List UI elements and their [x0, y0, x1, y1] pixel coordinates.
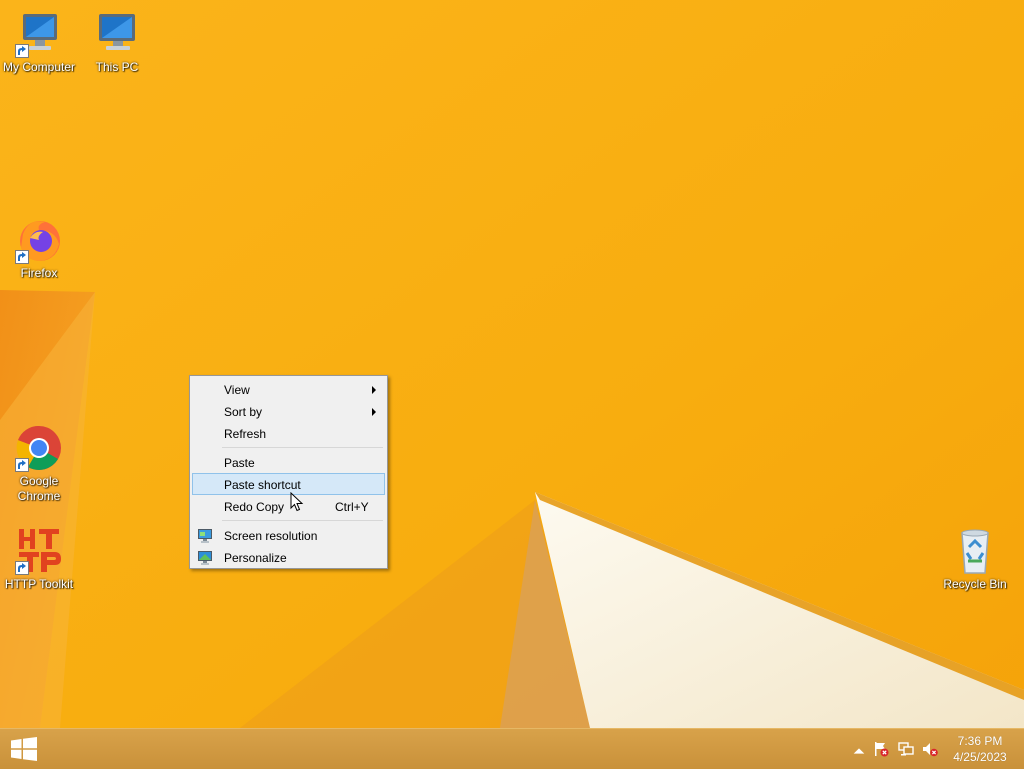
- shortcut-arrow-icon: [15, 250, 29, 264]
- action-center-flag-icon[interactable]: [873, 741, 889, 757]
- desktop-icon-label: Recycle Bin: [943, 577, 1007, 591]
- desktop-icon-http-toolkit[interactable]: HTTP Toolkit: [0, 527, 78, 592]
- chrome-icon: [15, 424, 63, 472]
- computer-icon: [93, 10, 141, 58]
- taskbar-clock[interactable]: 7:36 PM 4/25/2023: [950, 733, 1010, 765]
- taskbar: 7:36 PM 4/25/2023: [0, 728, 1024, 769]
- menu-item-refresh[interactable]: Refresh: [192, 422, 385, 444]
- volume-muted-icon[interactable]: [922, 741, 938, 757]
- menu-item-screen-resolution[interactable]: Screen resolution: [192, 524, 385, 546]
- desktop[interactable]: My Computer This PC Firefox Google Chrom…: [0, 0, 1024, 728]
- menu-item-redo-copy[interactable]: Redo Copy Ctrl+Y: [192, 495, 385, 517]
- menu-item-personalize[interactable]: Personalize: [192, 546, 385, 568]
- menu-item-paste[interactable]: Paste: [192, 451, 385, 473]
- show-hidden-icons-chevron-icon[interactable]: [851, 743, 867, 759]
- menu-separator: [222, 520, 383, 521]
- desktop-icon-label: Google Chrome: [17, 474, 61, 503]
- keyboard-shortcut: Ctrl+Y: [335, 500, 369, 514]
- mouse-cursor-icon: [290, 492, 304, 512]
- menu-item-label: View: [224, 383, 250, 397]
- shortcut-arrow-icon: [15, 458, 29, 472]
- menu-item-label: Paste: [224, 456, 255, 470]
- desktop-icon-label: Firefox: [20, 266, 58, 280]
- desktop-icon-google-chrome[interactable]: Google Chrome: [0, 424, 78, 504]
- desktop-icon-this-pc[interactable]: This PC: [78, 10, 156, 75]
- submenu-arrow-icon: [372, 386, 376, 394]
- submenu-arrow-icon: [372, 408, 376, 416]
- firefox-icon: [15, 216, 63, 264]
- menu-item-label: Paste shortcut: [224, 478, 301, 492]
- wallpaper: [0, 0, 1024, 728]
- network-icon[interactable]: [898, 741, 914, 757]
- start-button[interactable]: [0, 729, 48, 769]
- menu-item-paste-shortcut[interactable]: Paste shortcut: [192, 473, 385, 495]
- desktop-icon-my-computer[interactable]: My Computer: [0, 10, 78, 75]
- desktop-icon-label: HTTP Toolkit: [4, 577, 74, 591]
- monitor-icon: [198, 529, 212, 543]
- http-toolkit-icon: [15, 527, 63, 575]
- recycle-bin-icon: [951, 527, 999, 575]
- menu-item-label: Personalize: [224, 551, 287, 565]
- shortcut-arrow-icon: [15, 44, 29, 58]
- computer-icon: [15, 10, 63, 58]
- menu-item-label: Refresh: [224, 427, 267, 441]
- menu-item-label: Screen resolution: [224, 529, 318, 543]
- menu-item-sort-by[interactable]: Sort by: [192, 400, 385, 422]
- windows-logo-icon: [11, 737, 37, 761]
- clock-time: 7:36 PM: [957, 734, 1003, 748]
- menu-separator: [222, 447, 383, 448]
- shortcut-arrow-icon: [15, 561, 29, 575]
- menu-item-label: Sort by: [224, 405, 263, 419]
- desktop-icon-recycle-bin[interactable]: Recycle Bin: [936, 527, 1014, 592]
- clock-date: 4/25/2023: [953, 750, 1007, 764]
- menu-item-view[interactable]: View: [192, 378, 385, 400]
- desktop-icon-label: My Computer: [2, 60, 76, 74]
- menu-item-label: Redo Copy: [224, 500, 285, 514]
- desktop-icon-firefox[interactable]: Firefox: [0, 216, 78, 281]
- desktop-icon-label: This PC: [95, 60, 139, 74]
- desktop-context-menu: View Sort by Refresh Paste Paste shortcu…: [189, 375, 388, 569]
- personalize-icon: [198, 551, 212, 565]
